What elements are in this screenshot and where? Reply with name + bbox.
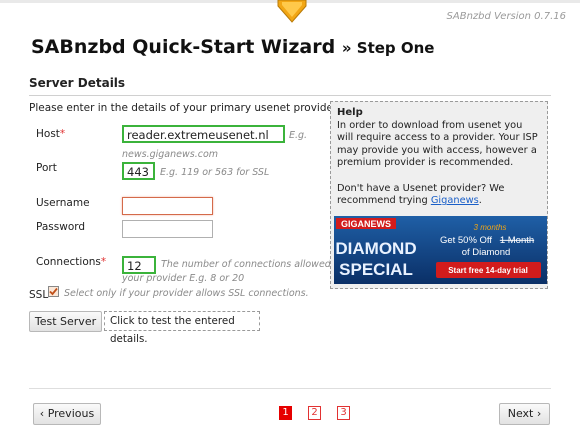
- host-input[interactable]: reader.extremeusenet.nl: [122, 125, 285, 143]
- giganews-diamond-banner[interactable]: GIGANEWS DIAMOND SPECIAL 3 months Get 50…: [334, 216, 547, 284]
- ssl-label: SSL: [29, 289, 49, 301]
- wizard-title: SABnzbd Quick-Start Wizard: [31, 36, 336, 58]
- bottom-divider: [29, 388, 551, 389]
- step-label: » Step One: [341, 39, 435, 57]
- section-title: Server Details: [29, 76, 126, 90]
- port-hint: E.g. 119 or 563 for SSL: [160, 167, 270, 178]
- password-input[interactable]: [122, 220, 213, 238]
- banner-months-new: 3 months: [474, 223, 507, 232]
- test-server-button[interactable]: Test Server: [29, 311, 102, 332]
- host-label-text: Host: [36, 128, 60, 140]
- page-title: SABnzbd Quick-Start Wizard » Step One: [31, 36, 434, 58]
- banner-offer-b: of Diamond: [462, 247, 511, 258]
- test-tip: Click to test the entered details.: [104, 311, 260, 345]
- username-input[interactable]: [122, 197, 213, 215]
- banner-offer-strike: 1 Month: [500, 235, 534, 246]
- connections-input[interactable]: 12: [122, 256, 156, 274]
- section-divider: [29, 95, 551, 96]
- host-label: Host*: [36, 128, 65, 140]
- banner-headline-2: SPECIAL: [339, 260, 413, 279]
- giganews-link[interactable]: Giganews: [431, 195, 479, 206]
- help-body: In order to download from usenet you wil…: [337, 119, 538, 169]
- username-label: Username: [36, 197, 90, 209]
- page-3[interactable]: 3: [337, 406, 350, 420]
- banner-offer-a: Get 50% Off: [440, 235, 492, 246]
- required-mark: *: [100, 256, 107, 268]
- required-mark: *: [59, 128, 66, 140]
- checkmark-icon: [49, 287, 58, 296]
- help-title: Help: [337, 107, 363, 118]
- previous-button[interactable]: ‹ Previous: [33, 403, 101, 425]
- help-period: .: [478, 195, 482, 207]
- ssl-checkbox[interactable]: [48, 286, 59, 297]
- host-hint-a: E.g.: [289, 130, 308, 141]
- intro-text: Please enter in the details of your prim…: [29, 102, 340, 114]
- connections-label: Connections*: [36, 256, 106, 268]
- version-label: SABnzbd Version 0.7.16: [446, 11, 566, 22]
- password-label: Password: [36, 221, 86, 233]
- port-input[interactable]: 443: [122, 162, 155, 180]
- ssl-hint: Select only if your provider allows SSL …: [64, 288, 309, 299]
- port-label: Port: [36, 162, 57, 174]
- banner-headline-1: DIAMOND: [335, 239, 416, 258]
- next-button[interactable]: Next ›: [499, 403, 550, 425]
- page-1[interactable]: 1: [279, 406, 292, 420]
- banner-cta[interactable]: Start free 14-day trial: [448, 266, 528, 275]
- connections-hint-b: your provider E.g. 8 or 20: [122, 273, 245, 284]
- connections-hint-a: The number of connections allowed by: [161, 259, 346, 270]
- page-2[interactable]: 2: [308, 406, 321, 420]
- host-hint-b: news.giganews.com: [122, 149, 219, 160]
- logo-arrow-icon: [277, 0, 307, 23]
- connections-label-text: Connections: [36, 256, 101, 268]
- banner-brand: GIGANEWS: [341, 219, 391, 229]
